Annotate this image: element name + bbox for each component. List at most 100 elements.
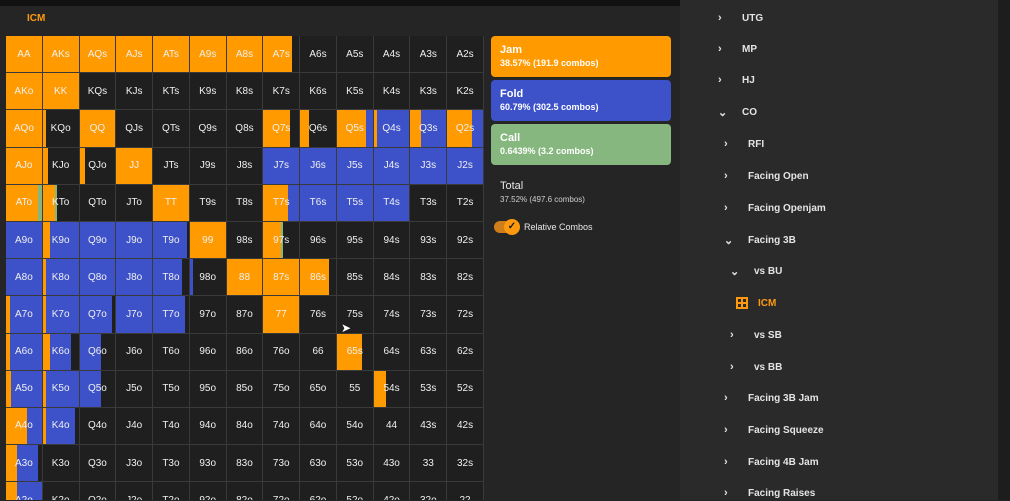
- hand-cell[interactable]: 76s: [300, 296, 337, 334]
- hand-cell[interactable]: J4o: [116, 407, 154, 446]
- hand-cell[interactable]: A3o: [6, 445, 43, 483]
- hand-cell[interactable]: 98o: [189, 259, 227, 297]
- hand-cell[interactable]: 75o: [263, 370, 301, 408]
- hand-cell[interactable]: 72s: [447, 296, 484, 334]
- hand-cell[interactable]: TT: [153, 184, 190, 222]
- hand-cell[interactable]: 86s: [300, 259, 337, 297]
- hand-cell[interactable]: 73o: [263, 445, 301, 483]
- hand-cell[interactable]: KQs: [79, 73, 117, 111]
- hand-cell[interactable]: T6s: [300, 184, 337, 222]
- hand-cell[interactable]: 43o: [373, 445, 411, 483]
- hand-cell[interactable]: K4o: [42, 407, 80, 446]
- fold-stat-card[interactable]: Fold 60.79% (302.5 combos): [491, 80, 671, 121]
- hand-cell[interactable]: K7o: [42, 296, 80, 334]
- hand-cell[interactable]: T4s: [373, 184, 411, 222]
- hand-cell[interactable]: KJs: [116, 73, 154, 111]
- call-stat-card[interactable]: Call 0.6439% (3.2 combos): [491, 124, 671, 165]
- hand-cell[interactable]: 76o: [263, 333, 301, 371]
- sidebar-item[interactable]: › Facing Open: [724, 168, 809, 184]
- hand-cell[interactable]: K6s: [300, 73, 337, 111]
- hand-cell[interactable]: Q2o: [79, 482, 117, 500]
- hand-cell[interactable]: A6s: [300, 36, 337, 74]
- hand-cell[interactable]: T2o: [153, 482, 190, 500]
- hand-cell[interactable]: JTs: [153, 147, 190, 185]
- hand-cell[interactable]: 66: [300, 333, 337, 371]
- hand-cell[interactable]: Q9o: [79, 221, 117, 260]
- hand-cell[interactable]: Q3o: [79, 445, 117, 483]
- hand-cell[interactable]: 53o: [336, 445, 374, 483]
- hand-cell[interactable]: Q2s: [447, 110, 484, 148]
- hand-cell[interactable]: KQo: [42, 110, 80, 148]
- hand-cell[interactable]: Q8s: [226, 110, 264, 148]
- hand-cell[interactable]: 74s: [373, 296, 411, 334]
- hand-cell[interactable]: A8o: [6, 259, 43, 297]
- hand-cell[interactable]: T7s: [263, 184, 301, 222]
- hand-cell[interactable]: J2o: [116, 482, 154, 500]
- hand-cell[interactable]: J9o: [116, 221, 154, 260]
- hand-cell[interactable]: 96s: [300, 221, 337, 260]
- hand-cell[interactable]: K5s: [336, 73, 374, 111]
- hand-cell[interactable]: ATs: [153, 36, 190, 74]
- hand-cell[interactable]: A7o: [6, 296, 43, 334]
- hand-cell[interactable]: 83s: [410, 259, 448, 297]
- hand-cell[interactable]: 86o: [226, 333, 264, 371]
- sidebar-item[interactable]: › Facing Raises: [724, 485, 815, 501]
- hand-cell[interactable]: 96o: [189, 333, 227, 371]
- hand-cell[interactable]: Q4o: [79, 407, 117, 446]
- hand-cell[interactable]: K8o: [42, 259, 80, 297]
- hand-cell[interactable]: 84o: [226, 407, 264, 446]
- hand-cell[interactable]: 83o: [226, 445, 264, 483]
- hand-cell[interactable]: J8o: [116, 259, 154, 297]
- hand-cell[interactable]: KTo: [42, 184, 80, 222]
- hand-cell[interactable]: T5o: [153, 370, 190, 408]
- hand-cell[interactable]: K2o: [42, 482, 80, 500]
- hand-cell[interactable]: QTs: [153, 110, 190, 148]
- hand-cell[interactable]: 97s: [263, 221, 301, 260]
- hand-cell[interactable]: K2s: [447, 73, 484, 111]
- hand-cell[interactable]: 87s: [263, 259, 301, 297]
- sidebar-item[interactable]: › Facing Openjam: [724, 200, 826, 216]
- hand-cell[interactable]: T8s: [226, 184, 264, 222]
- hand-cell[interactable]: 97o: [189, 296, 227, 334]
- hand-cell[interactable]: 64o: [300, 407, 337, 446]
- sidebar-item[interactable]: › vs SB: [730, 327, 782, 343]
- hand-cell[interactable]: 64s: [373, 333, 411, 371]
- sidebar-item[interactable]: › Facing 3B Jam: [724, 390, 819, 406]
- hand-cell[interactable]: K3s: [410, 73, 448, 111]
- hand-cell[interactable]: 87o: [226, 296, 264, 334]
- sidebar-item[interactable]: › MP: [718, 41, 757, 57]
- hand-cell[interactable]: 95o: [189, 370, 227, 408]
- hand-cell[interactable]: 54o: [336, 407, 374, 446]
- hand-cell[interactable]: Q6o: [79, 333, 117, 371]
- hand-cell[interactable]: 42s: [447, 407, 484, 446]
- hand-cell[interactable]: 65s: [336, 333, 374, 371]
- hand-cell[interactable]: 94o: [189, 407, 227, 446]
- hand-cell[interactable]: 93o: [189, 445, 227, 483]
- hand-cell[interactable]: 32s: [447, 445, 484, 483]
- sidebar-item[interactable]: › UTG: [718, 10, 763, 26]
- hand-cell[interactable]: KTs: [153, 73, 190, 111]
- hand-cell[interactable]: K8s: [226, 73, 264, 111]
- hand-cell[interactable]: Q3s: [410, 110, 448, 148]
- sidebar-item[interactable]: ⌄ vs BU: [730, 263, 782, 279]
- sidebar-item[interactable]: › Facing Squeeze: [724, 422, 824, 438]
- sidebar-item[interactable]: › RFI: [724, 136, 764, 152]
- hand-cell[interactable]: KK: [42, 73, 80, 111]
- hand-cell[interactable]: 54s: [373, 370, 411, 408]
- hand-cell[interactable]: T9s: [189, 184, 227, 222]
- hand-cell[interactable]: AQo: [6, 110, 43, 148]
- hand-cell[interactable]: 43s: [410, 407, 448, 446]
- hand-cell[interactable]: 74o: [263, 407, 301, 446]
- hand-cell[interactable]: K9s: [189, 73, 227, 111]
- hand-cell[interactable]: JJ: [116, 147, 154, 185]
- sidebar-item[interactable]: › vs BB: [730, 359, 782, 375]
- hand-cell[interactable]: J7s: [263, 147, 301, 185]
- hand-cell[interactable]: 72o: [263, 482, 301, 500]
- hand-cell[interactable]: A5s: [336, 36, 374, 74]
- hand-cell[interactable]: K5o: [42, 370, 80, 408]
- hand-cell[interactable]: 77: [263, 296, 301, 334]
- hand-cell[interactable]: J4s: [373, 147, 411, 185]
- hand-cell[interactable]: K9o: [42, 221, 80, 260]
- hand-cell[interactable]: Q7s: [263, 110, 301, 148]
- hand-cell[interactable]: T9o: [153, 221, 190, 260]
